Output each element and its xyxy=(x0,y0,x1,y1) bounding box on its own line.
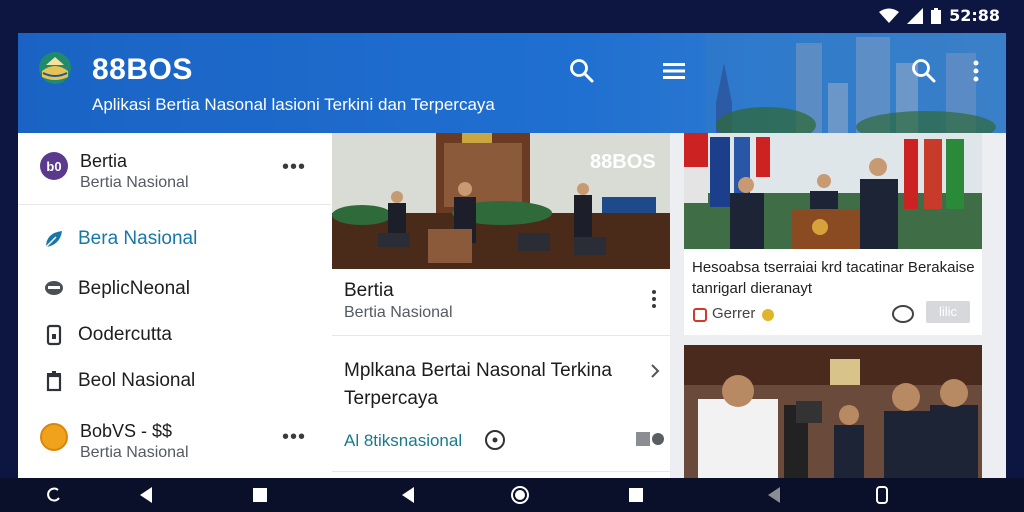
drawer-item-label: Bera Nasional xyxy=(78,228,198,249)
trash-icon xyxy=(46,371,62,392)
back-icon[interactable] xyxy=(398,485,418,505)
drawer-footer-title: BobVS - $$ xyxy=(80,421,173,441)
back-icon[interactable] xyxy=(764,485,784,505)
skyline-image xyxy=(706,33,1006,133)
leaf-icon xyxy=(45,231,62,248)
battery-icon xyxy=(931,7,942,24)
drawer-item-label: Beol Nasional xyxy=(78,370,196,391)
drawer-item-beol-nasional[interactable]: Beol Nasional xyxy=(18,361,331,401)
system-nav-bar xyxy=(0,478,1024,512)
menu-icon[interactable] xyxy=(660,57,688,85)
chevron-right-icon[interactable] xyxy=(650,363,660,379)
app-subtitle: Aplikasi Bertia Nasonal lasioni Terkini … xyxy=(92,95,495,114)
more-horiz-icon[interactable]: ••• xyxy=(282,427,306,447)
app-bar: 88BOS Aplikasi Bertia Nasonal lasioni Te… xyxy=(18,33,1006,133)
status-badge: lilic xyxy=(926,301,970,323)
card-source: Gerrer xyxy=(712,305,756,322)
back-icon[interactable] xyxy=(136,485,156,505)
search-icon[interactable] xyxy=(568,57,596,85)
drawer-header-subtitle: Bertia Nasional xyxy=(80,174,189,191)
officials-image xyxy=(684,345,982,478)
main-feed: 88BOS Bertia Bertia Nasional Mplkana Ber… xyxy=(332,133,670,478)
search-icon[interactable] xyxy=(910,57,938,85)
side-feed: Hesoabsa tserraiai krd tacatinar Berakai… xyxy=(670,133,1006,478)
share-icon[interactable] xyxy=(634,429,666,449)
news-card[interactable] xyxy=(684,345,982,478)
drawer-footer-subtitle: Bertia Nasional xyxy=(80,444,189,461)
avatar: b0 xyxy=(40,152,68,180)
status-time: 52:88 xyxy=(949,6,1000,25)
drawer-item-bera-nasional[interactable]: Bera Nasional xyxy=(18,219,331,259)
news-photo[interactable]: 88BOS xyxy=(332,133,670,269)
recent-apps-icon[interactable] xyxy=(250,485,270,505)
divider xyxy=(332,335,670,336)
wifi-icon xyxy=(879,8,900,23)
card-subtitle: Bertia Nasional xyxy=(344,304,453,321)
recent-apps-icon[interactable] xyxy=(872,485,892,505)
divider xyxy=(332,471,670,472)
recent-apps-icon[interactable] xyxy=(626,485,646,505)
source-label: Al 8tiksnasional xyxy=(344,431,463,450)
phone-icon xyxy=(46,324,62,346)
photo-caption: 88BOS xyxy=(590,151,656,173)
more-vert-icon[interactable] xyxy=(650,288,658,310)
drawer-footer-account[interactable]: BobVS - $$ Bertia Nasional ••• xyxy=(18,405,331,478)
ceremony-image xyxy=(684,133,982,249)
refresh-icon[interactable] xyxy=(44,485,64,505)
drawer-item-label: BeplicNeonal xyxy=(78,278,190,299)
coin-icon xyxy=(762,309,774,321)
bookmark-icon[interactable] xyxy=(692,307,708,323)
drawer-item-label: Oodercutta xyxy=(78,324,172,345)
card-headline: Hesoabsa tserraiai krd tacatinar Berakai… xyxy=(692,259,975,297)
drawer-item-oodercutta[interactable]: Oodercutta xyxy=(18,315,331,355)
nav-drawer: b0 Bertia Bertia Nasional ••• Bera Nasio… xyxy=(18,133,331,478)
signal-icon xyxy=(907,7,924,24)
drawer-header[interactable]: b0 Bertia Bertia Nasional ••• xyxy=(18,133,331,205)
chat-icon xyxy=(45,281,63,295)
card-title: Bertia xyxy=(344,280,394,301)
more-vert-icon[interactable] xyxy=(962,57,990,85)
headline-link[interactable]: Mplkana Bertai Nasonal Terkina Terpercay… xyxy=(344,357,644,413)
more-horiz-icon[interactable]: ••• xyxy=(282,157,306,177)
app-logo-icon xyxy=(39,52,71,84)
status-bar: 52:88 xyxy=(0,0,1024,32)
app-title: 88BOS xyxy=(92,53,193,86)
clock-icon xyxy=(485,430,505,450)
drawer-item-beplicneonal[interactable]: BeplicNeonal xyxy=(18,269,331,309)
coin-icon xyxy=(40,423,68,451)
home-icon[interactable] xyxy=(510,485,530,505)
app-window: 88BOS Aplikasi Bertia Nasonal lasioni Te… xyxy=(18,33,1006,478)
news-card[interactable]: Hesoabsa tserraiai krd tacatinar Berakai… xyxy=(684,133,982,335)
chat-icon[interactable] xyxy=(890,303,916,325)
drawer-header-title: Bertia xyxy=(80,151,128,171)
